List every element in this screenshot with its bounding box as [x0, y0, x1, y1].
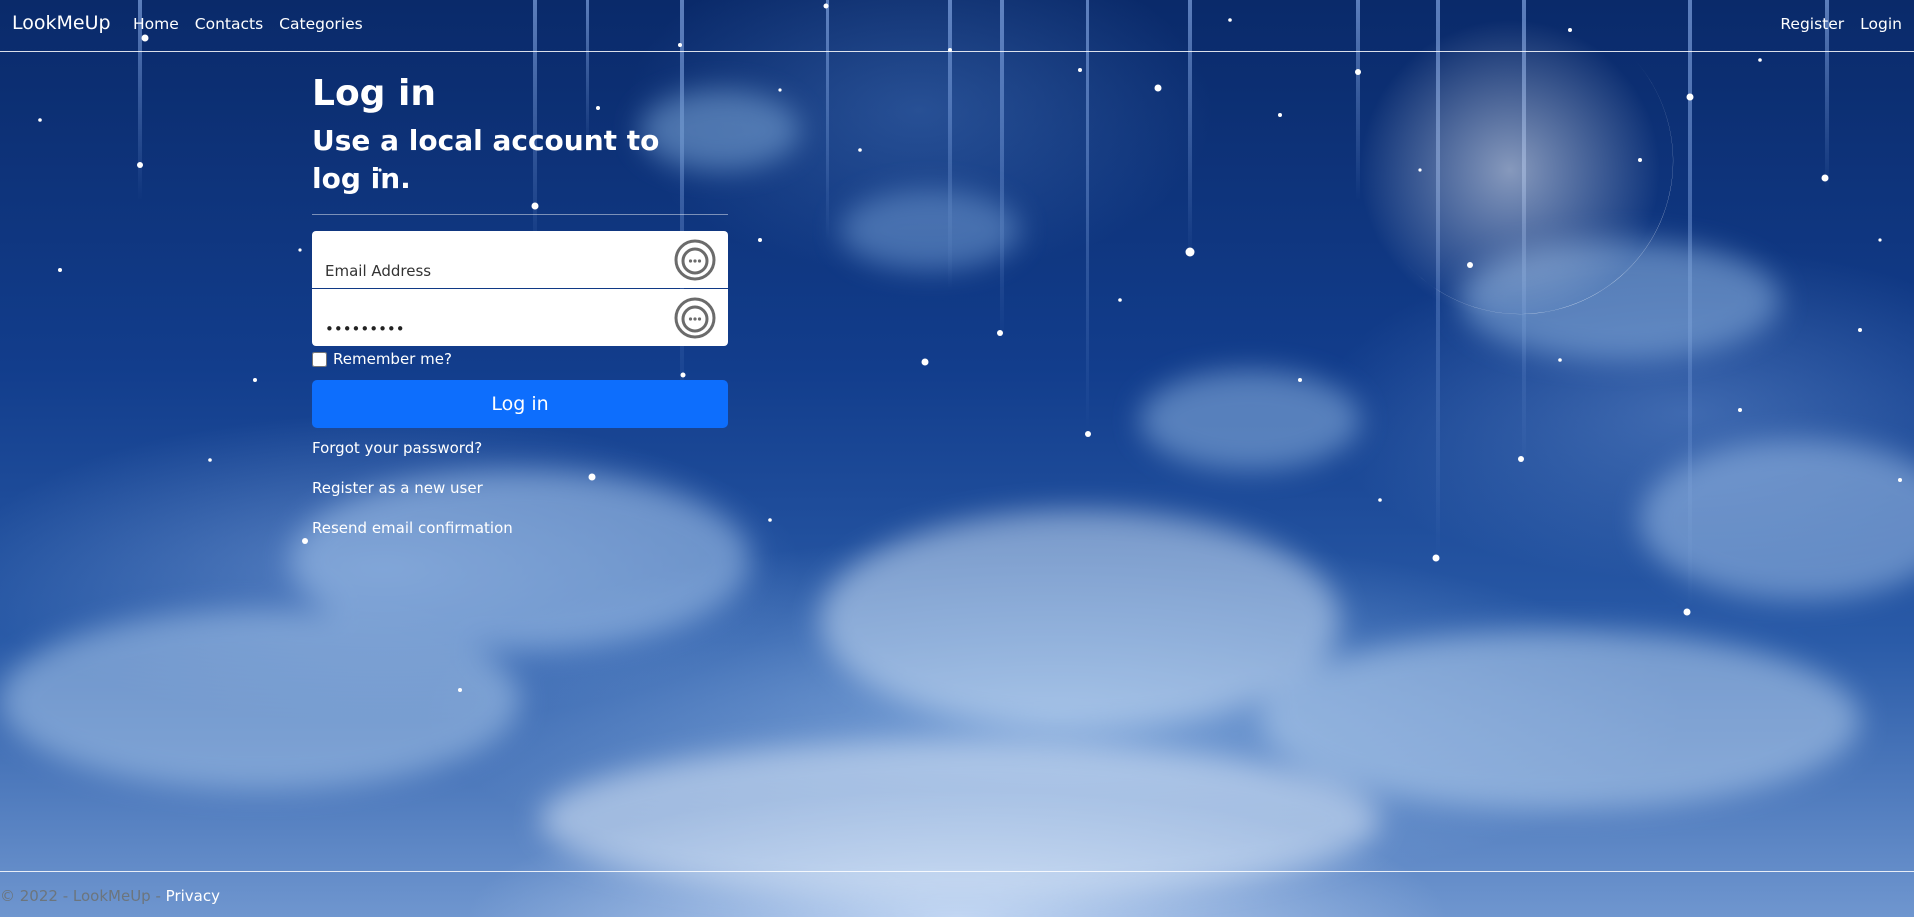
account-nav: Register Login [1780, 15, 1902, 33]
page-title: Log in [312, 73, 436, 114]
section-divider [312, 214, 728, 215]
brand-logo-link[interactable]: LookMeUp [12, 12, 111, 34]
resend-confirmation-link[interactable]: Resend email confirmation [312, 518, 728, 538]
page-subtitle: Use a local account to log in. [312, 124, 660, 195]
top-navbar: LookMeUp Home Contacts Categories Regist… [0, 0, 1914, 52]
nav-register-link[interactable]: Register [1780, 15, 1844, 33]
copyright-text: © 2022 - LookMeUp - [0, 887, 161, 905]
nav-login-link[interactable]: Login [1860, 15, 1902, 33]
clouds [0, 90, 1914, 900]
nav-contacts-link[interactable]: Contacts [195, 15, 263, 33]
remember-me-label: Remember me? [333, 350, 452, 368]
nav-home-link[interactable]: Home [133, 15, 179, 33]
login-section: Log in Use a local account to log in. Re… [312, 70, 728, 538]
email-field-container [312, 231, 728, 288]
email-input[interactable] [312, 231, 728, 288]
privacy-link[interactable]: Privacy [166, 887, 220, 905]
forgot-password-link[interactable]: Forgot your password? [312, 438, 728, 458]
password-field-container [312, 289, 728, 346]
crescent-moon [1360, 20, 1674, 320]
remember-me-checkbox[interactable] [312, 351, 327, 367]
register-new-user-link[interactable]: Register as a new user [312, 478, 728, 498]
remember-me-row: Remember me? [312, 350, 728, 368]
primary-nav: Home Contacts Categories [133, 15, 363, 33]
nav-categories-link[interactable]: Categories [279, 15, 363, 33]
login-button[interactable]: Log in [312, 380, 728, 428]
password-manager-icon[interactable] [674, 297, 716, 339]
password-manager-icon[interactable] [674, 239, 716, 281]
night-sky-background [0, 0, 1914, 900]
page-footer: © 2022 - LookMeUp - Privacy [0, 871, 1914, 917]
password-input[interactable] [312, 289, 728, 346]
